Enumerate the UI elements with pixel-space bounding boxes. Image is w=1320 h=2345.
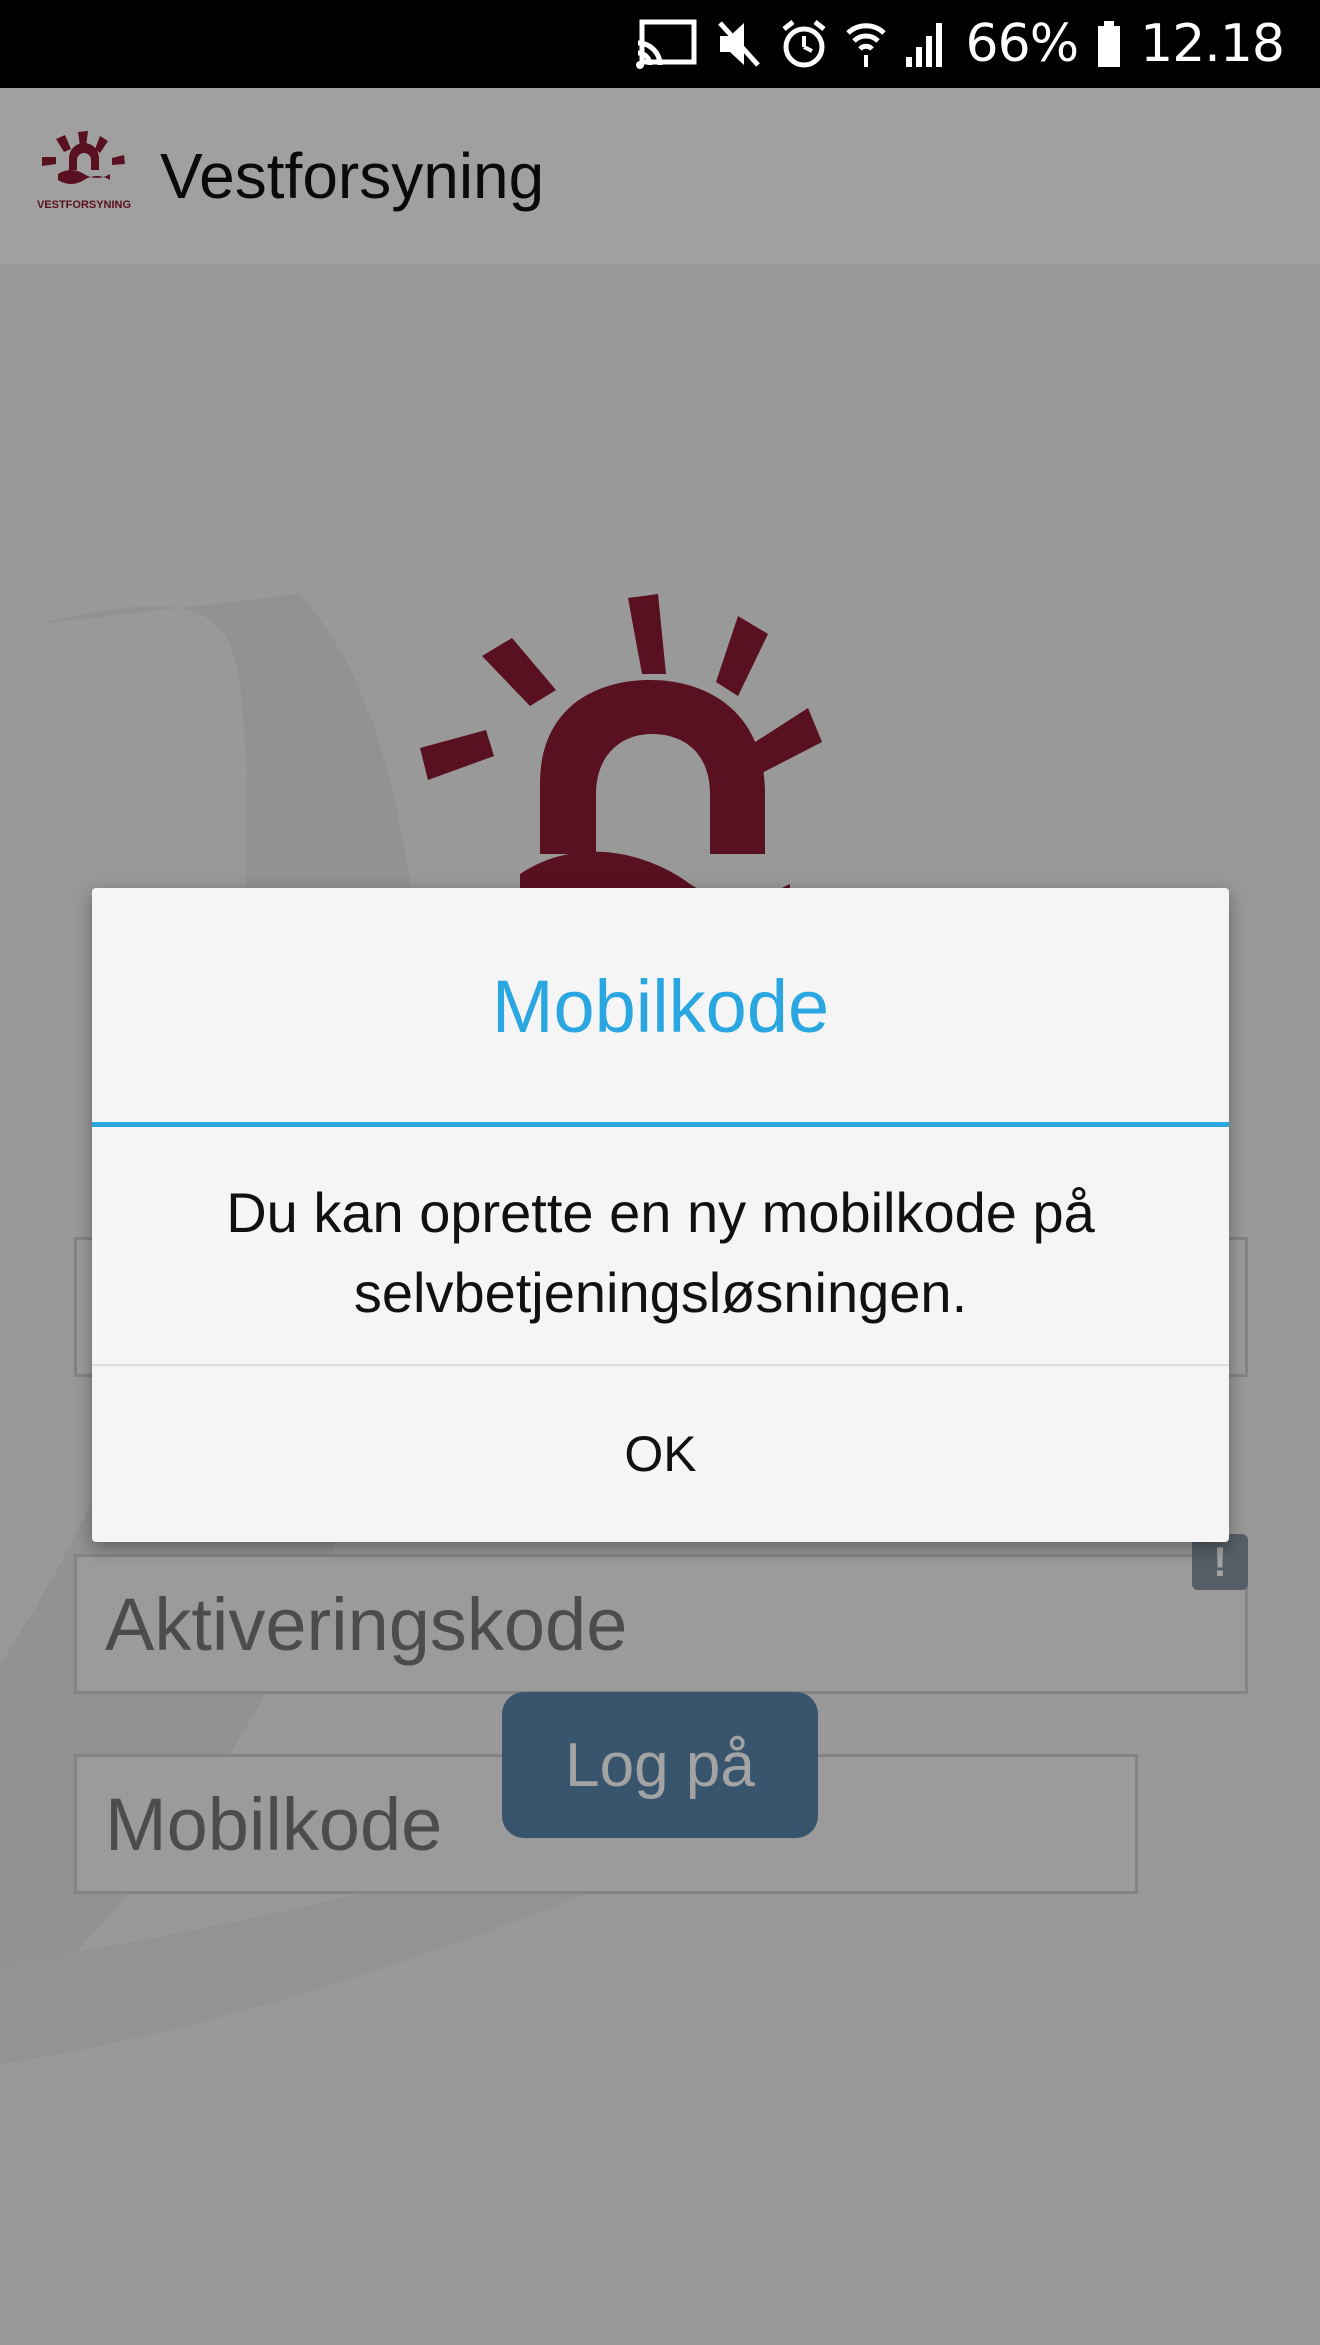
cast-icon [635, 19, 697, 69]
wifi-icon [845, 23, 886, 67]
mobilkode-dialog: Mobilkode Du kan oprette en ny mobilkode… [92, 888, 1229, 1542]
clock: 12.18 [1140, 14, 1285, 74]
signal-icon [905, 23, 942, 67]
status-bar: 66% 12.18 [0, 0, 1320, 88]
battery-icon [1098, 21, 1121, 67]
alarm-icon [782, 20, 826, 68]
ok-button[interactable]: OK [92, 1366, 1229, 1542]
mute-icon [717, 21, 760, 67]
dialog-title-divider [92, 1122, 1229, 1127]
dialog-message: Du kan oprette en ny mobilkode på selvbe… [226, 1181, 1095, 1324]
status-icons: 66% 12.18 [635, 0, 1285, 88]
battery-percent: 66% [965, 14, 1080, 74]
dialog-title: Mobilkode [491, 964, 830, 1048]
